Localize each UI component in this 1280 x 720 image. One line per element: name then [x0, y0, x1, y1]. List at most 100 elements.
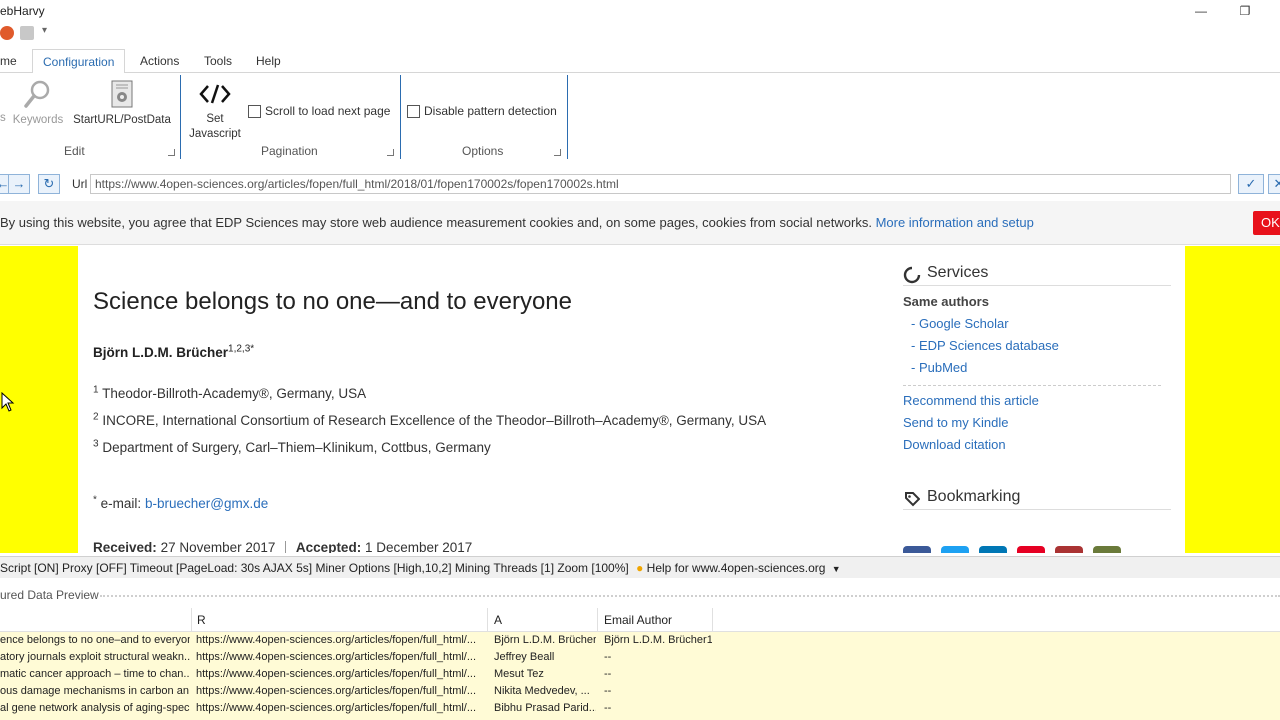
- table-cell: Bibhu Prasad Parid...: [494, 702, 596, 714]
- captured-data-title: ured Data Preview: [0, 588, 99, 602]
- table-cell: Nikita Medvedev, ...: [494, 685, 590, 697]
- accepted-date: 1 December 2017: [364, 540, 473, 553]
- disable-pattern-checkbox[interactable]: Disable pattern detection: [407, 104, 557, 118]
- citeulike-icon[interactable]: [1093, 546, 1121, 553]
- article-title: Science belongs to no one—and to everyon…: [93, 288, 573, 315]
- cookie-info-link[interactable]: More information and setup: [876, 215, 1034, 230]
- tab-actions[interactable]: Actions: [130, 49, 189, 73]
- tab-tools[interactable]: Tools: [194, 49, 242, 73]
- table-row[interactable]: al gene network analysis of aging-spec..…: [0, 700, 1280, 717]
- author-name[interactable]: Björn L.D.M. Brücher: [93, 345, 228, 360]
- address-bar: ← → ↻ Url ✓ ✕: [0, 172, 1280, 196]
- help-site-link[interactable]: Help for www.4open-sciences.org: [647, 561, 826, 575]
- grid-header: R A Email Author: [0, 608, 1280, 632]
- url-input[interactable]: [90, 174, 1231, 194]
- group-label-edit: Edit: [64, 144, 85, 158]
- start-url-label: StartURL/PostData: [73, 114, 171, 126]
- download-citation-link[interactable]: Download citation: [903, 437, 1171, 452]
- options-launcher-icon[interactable]: [554, 149, 561, 156]
- recommend-link[interactable]: Recommend this article: [903, 393, 1171, 408]
- keywords-label: Keywords: [12, 114, 64, 126]
- keywords-button[interactable]: Keywords: [10, 79, 66, 126]
- pinterest-icon[interactable]: [1017, 546, 1045, 553]
- column-header-a[interactable]: A: [494, 613, 502, 627]
- table-row[interactable]: atory journals exploit structural weakn.…: [0, 649, 1280, 666]
- window-title: ebHarvy: [0, 4, 45, 18]
- column-divider[interactable]: [191, 608, 192, 632]
- table-cell: ence belongs to no one–and to everyone: [0, 634, 190, 646]
- table-cell: Björn L.D.M. Brücher1: [604, 634, 712, 646]
- tab-help[interactable]: Help: [246, 49, 291, 73]
- table-cell: --: [604, 685, 612, 697]
- url-label: Url: [72, 177, 88, 191]
- column-header-r[interactable]: R: [197, 613, 206, 627]
- set-javascript-line2: Javascript: [189, 128, 241, 140]
- table-row[interactable]: ous damage mechanisms in carbon an... ht…: [0, 683, 1280, 700]
- cookie-ok-button[interactable]: OK: [1253, 211, 1280, 235]
- edp-database-link[interactable]: EDP Sciences database: [911, 338, 1171, 353]
- quick-access-toolbar: ▾: [0, 24, 80, 42]
- affiliation-number: 3: [93, 438, 99, 450]
- email-label: e-mail:: [100, 496, 142, 511]
- kindle-link[interactable]: Send to my Kindle: [903, 415, 1171, 430]
- twitter-icon[interactable]: [941, 546, 969, 553]
- table-cell: --: [604, 702, 612, 714]
- minimize-icon[interactable]: —: [1186, 2, 1216, 20]
- column-header-email-author[interactable]: Email Author: [604, 613, 672, 627]
- chevron-down-icon[interactable]: ▼: [832, 564, 841, 574]
- services-sidebar: Services Same authors Google Scholar EDP…: [903, 264, 1171, 510]
- column-divider[interactable]: [712, 608, 713, 632]
- customize-icon[interactable]: ▾: [42, 26, 56, 40]
- pagination-launcher-icon[interactable]: [387, 149, 394, 156]
- forward-icon[interactable]: →: [8, 174, 30, 194]
- column-divider[interactable]: [487, 608, 488, 632]
- table-cell: ous damage mechanisms in carbon an...: [0, 685, 190, 697]
- mendeley-icon[interactable]: [1055, 546, 1083, 553]
- ribbon-body: s Keywords StartURL/PostData Edit Set Ja…: [0, 73, 1280, 163]
- cookie-banner: By using this website, you agree that ED…: [0, 201, 1280, 245]
- table-cell: https://www.4open-sciences.org/articles/…: [196, 685, 477, 697]
- table-cell: https://www.4open-sciences.org/articles/…: [196, 668, 477, 680]
- affiliation-text: INCORE, International Consortium of Rese…: [102, 413, 767, 428]
- affiliation-text: Department of Surgery, Carl–Thiem–Klinik…: [102, 440, 491, 455]
- tab-home[interactable]: me: [0, 49, 27, 73]
- table-row[interactable]: matic cancer approach – time to chan... …: [0, 666, 1280, 683]
- table-row[interactable]: ence belongs to no one–and to everyone h…: [0, 632, 1280, 649]
- received-label: Received:: [93, 540, 157, 553]
- affiliation-number: 1: [93, 384, 99, 396]
- close-url-icon[interactable]: ✕: [1268, 174, 1280, 194]
- mouse-cursor-icon: [1, 392, 15, 412]
- scroll-next-page-checkbox[interactable]: Scroll to load next page: [248, 104, 390, 118]
- panel-grip[interactable]: [100, 595, 1280, 597]
- facebook-icon[interactable]: [903, 546, 931, 553]
- google-scholar-link[interactable]: Google Scholar: [911, 316, 1171, 331]
- same-authors-heading: Same authors: [903, 294, 989, 309]
- affiliation: 2 INCORE, International Consortium of Re…: [93, 412, 767, 428]
- start-url-button[interactable]: StartURL/PostData: [72, 79, 172, 126]
- set-javascript-button[interactable]: Set Javascript: [186, 79, 244, 140]
- group-separator: [567, 75, 568, 159]
- linkedin-icon[interactable]: [979, 546, 1007, 553]
- dates-divider: [285, 541, 287, 553]
- sidebar-divider: [903, 385, 1161, 386]
- refresh-circle-icon: [903, 266, 921, 284]
- restore-icon[interactable]: ❐: [1230, 2, 1260, 20]
- email-link[interactable]: b-bruecher@gmx.de: [145, 496, 268, 511]
- edit-launcher-icon[interactable]: [168, 149, 175, 156]
- stop-icon[interactable]: [0, 26, 14, 40]
- received-date: 27 November 2017: [160, 540, 276, 553]
- grid-rows: ence belongs to no one–and to everyone h…: [0, 632, 1280, 720]
- edit-partial-label: s: [0, 112, 6, 124]
- table-cell: https://www.4open-sciences.org/articles/…: [196, 651, 477, 663]
- tab-configuration[interactable]: Configuration: [32, 49, 126, 74]
- column-divider[interactable]: [597, 608, 598, 632]
- table-cell: https://www.4open-sciences.org/articles/…: [196, 702, 477, 714]
- bookmarking-heading: Bookmarking: [903, 488, 1171, 510]
- magnifier-icon: [24, 80, 50, 108]
- go-icon[interactable]: ✓: [1238, 174, 1264, 194]
- set-javascript-line1: Set: [206, 113, 224, 125]
- same-authors-list: Google Scholar EDP Sciences database Pub…: [911, 316, 1171, 375]
- reload-icon[interactable]: ↻: [38, 174, 60, 194]
- lock-icon[interactable]: [20, 26, 34, 40]
- pubmed-link[interactable]: PubMed: [911, 360, 1171, 375]
